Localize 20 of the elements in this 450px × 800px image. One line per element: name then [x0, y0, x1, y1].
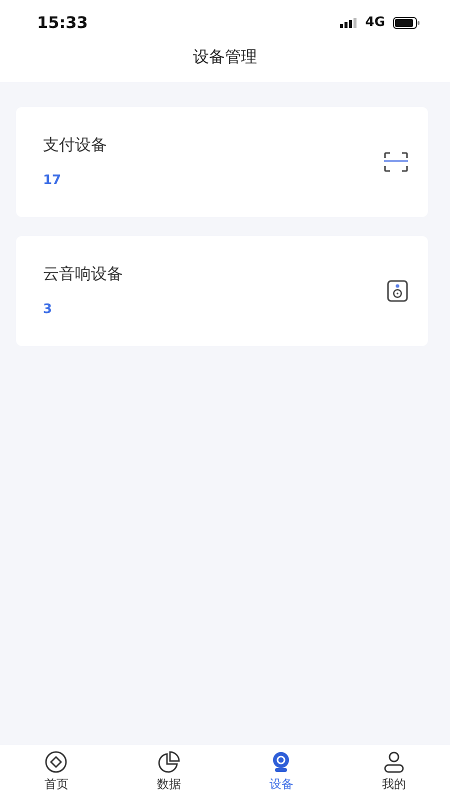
home-icon: [45, 751, 68, 773]
device-name: 支付设备: [43, 134, 107, 156]
tab[interactable]: 我的: [338, 745, 450, 800]
signal-icon: [340, 18, 358, 28]
page-title: 设备管理: [193, 46, 257, 68]
network-label: 4G: [365, 14, 385, 32]
scan-icon: [384, 152, 408, 172]
tab[interactable]: 数据: [112, 745, 225, 800]
tab[interactable]: 设备: [225, 745, 338, 800]
pie-chart-icon: [158, 751, 180, 773]
status-time: 15:33: [37, 12, 88, 34]
person-icon: [382, 751, 405, 773]
device-name: 云音响设备: [43, 263, 123, 286]
device-count: 3: [43, 301, 54, 320]
device-count: 17: [43, 172, 62, 190]
device-card[interactable]: 支付设备 17: [16, 107, 428, 217]
battery-icon: [393, 16, 420, 28]
device-card[interactable]: 云音响设备 3: [16, 236, 428, 346]
speaker-icon: [387, 280, 408, 302]
tab[interactable]: 首页: [0, 745, 112, 800]
